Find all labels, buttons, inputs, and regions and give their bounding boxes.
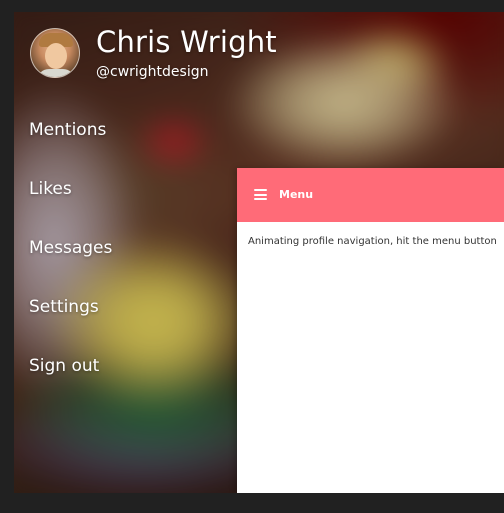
avatar[interactable] (30, 28, 80, 78)
avatar-face (45, 43, 67, 69)
nav-item-messages[interactable]: Messages (29, 238, 112, 297)
panel-header: Menu (237, 168, 504, 222)
app-frame: Chris Wright @cwrightdesign Mentions Lik… (14, 12, 504, 493)
avatar-shirt (37, 69, 75, 77)
profile-nav: Mentions Likes Messages Settings Sign ou… (29, 120, 112, 415)
nav-item-mentions[interactable]: Mentions (29, 120, 112, 179)
profile-handle[interactable]: @cwrightdesign (96, 64, 209, 80)
nav-item-sign-out[interactable]: Sign out (29, 356, 112, 415)
nav-item-likes[interactable]: Likes (29, 179, 112, 238)
panel-body-text: Animating profile navigation, hit the me… (248, 236, 497, 247)
menu-button[interactable]: Menu (279, 188, 313, 201)
hamburger-icon[interactable] (254, 189, 267, 200)
profile-name: Chris Wright (96, 25, 277, 59)
nav-item-settings[interactable]: Settings (29, 297, 112, 356)
content-panel: Menu Animating profile navigation, hit t… (237, 168, 504, 493)
